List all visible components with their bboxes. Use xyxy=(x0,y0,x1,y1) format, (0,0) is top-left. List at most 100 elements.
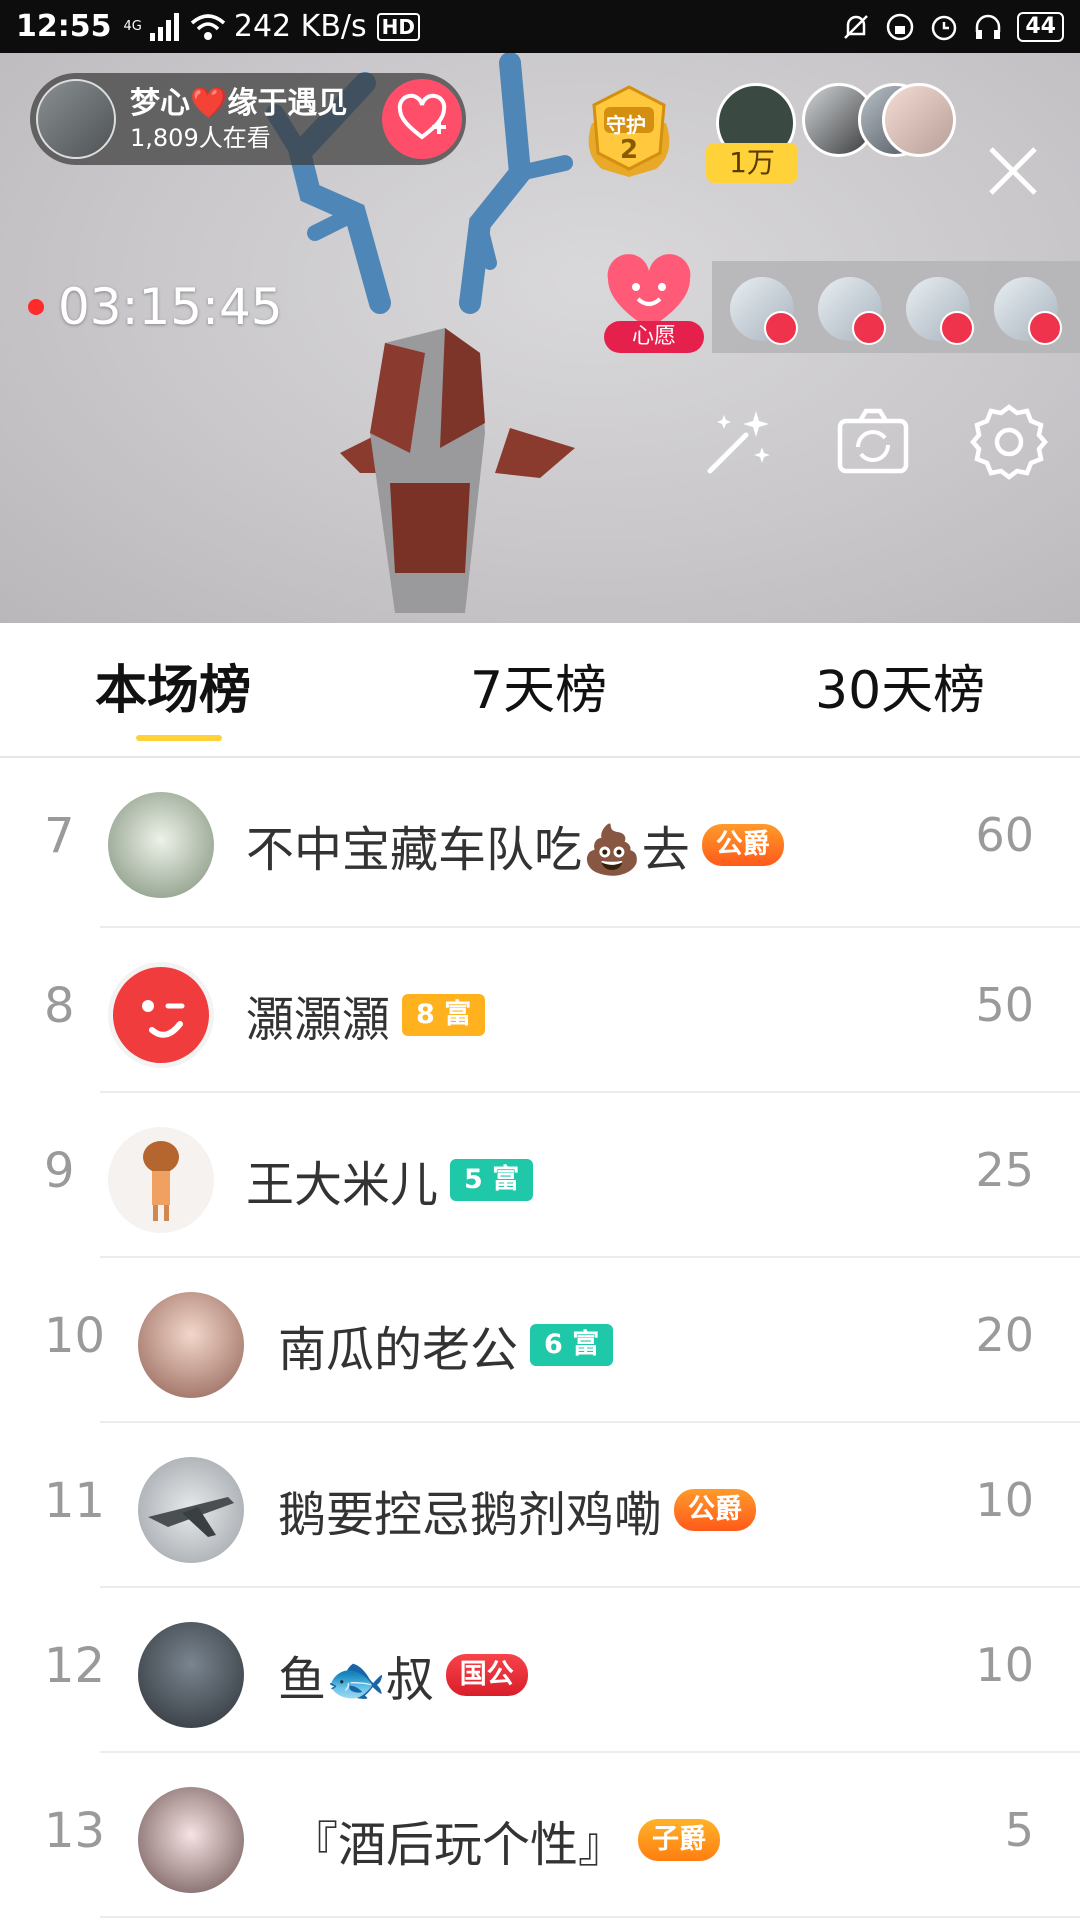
wifi-icon xyxy=(190,13,226,41)
score: 20 xyxy=(975,1308,1034,1362)
sofa-icon xyxy=(764,311,798,345)
status-time: 12:55 xyxy=(16,9,112,44)
user-name-row: 南瓜的老公 6 富 xyxy=(278,1310,614,1380)
user-name: 王大米儿 xyxy=(246,1157,439,1213)
duration-text: 03:15:45 xyxy=(58,278,283,336)
wink-face-icon xyxy=(113,967,209,1063)
live-duration: 03:15:45 xyxy=(28,278,283,336)
follow-button[interactable] xyxy=(382,79,462,159)
close-button[interactable] xyxy=(985,143,1041,199)
user-name-row: 鹅要控忌鹅剂鸡嘞 公爵 xyxy=(278,1475,757,1545)
guest-seat[interactable] xyxy=(994,277,1062,345)
guard-badge[interactable]: 守护 2 xyxy=(582,83,676,179)
score: 25 xyxy=(975,1143,1034,1197)
rank-badge: 子爵 xyxy=(638,1819,721,1861)
avatar[interactable] xyxy=(138,1457,244,1563)
avatar[interactable] xyxy=(108,1127,214,1233)
recording-dot-icon xyxy=(28,299,44,315)
rank-number: 12 xyxy=(44,1638,106,1694)
guard-count: 2 xyxy=(620,135,639,165)
user-name-row: 鱼🐟叔 国公 xyxy=(278,1640,528,1710)
rank-number: 8 xyxy=(44,978,75,1034)
active-tab-indicator xyxy=(136,735,222,741)
network-type: 4G xyxy=(123,19,142,34)
list-item[interactable]: 10 南瓜的老公 6 富 20 xyxy=(0,1258,1080,1423)
avatar[interactable] xyxy=(108,792,214,898)
close-icon xyxy=(989,147,1037,195)
rank-number: 13 xyxy=(44,1803,106,1859)
ranking-list: 7 不中宝藏车队吃💩去 公爵 60 8 灝灝灝 8 富 50 9 王大米儿 5 … xyxy=(0,758,1080,1918)
user-name-row: 『酒后玩个性』 子爵 xyxy=(290,1805,721,1875)
doll-avatar-icon xyxy=(143,1141,179,1221)
list-item[interactable]: 9 王大米儿 5 富 25 xyxy=(0,1093,1080,1258)
avatar[interactable] xyxy=(138,1787,244,1893)
heart-plus-icon xyxy=(397,93,447,140)
host-avatar[interactable] xyxy=(36,79,116,159)
sofa-icon xyxy=(1028,311,1062,345)
sofa-icon xyxy=(940,311,974,345)
user-name-row: 灝灝灝 8 富 xyxy=(246,980,486,1050)
guest-seat[interactable] xyxy=(906,277,974,345)
live-video[interactable]: 梦心❤️缘于遇见 1,809人在看 守护 2 1万 03:15:45 心愿 xyxy=(0,53,1080,623)
lock-rotation-icon xyxy=(885,12,915,42)
rank-badge: 8 富 xyxy=(402,994,486,1036)
tab-30-days[interactable]: 30天榜 xyxy=(815,659,985,723)
list-item[interactable]: 8 灝灝灝 8 富 50 xyxy=(0,928,1080,1093)
user-name-row: 王大米儿 5 富 xyxy=(246,1145,534,1215)
viewer-count: 1,809人在看 xyxy=(130,124,271,152)
settings-button[interactable] xyxy=(970,403,1048,481)
rank-badge: 5 富 xyxy=(450,1159,534,1201)
user-name: 不中宝藏车队吃💩去 xyxy=(246,822,690,878)
fans-count-badge: 1万 xyxy=(706,143,798,183)
divider xyxy=(100,1916,1080,1918)
network-speed: 242 KB/s xyxy=(233,9,367,44)
beauty-button[interactable] xyxy=(700,403,778,481)
score: 5 xyxy=(1004,1803,1034,1857)
host-info-pill[interactable]: 梦心❤️缘于遇见 1,809人在看 xyxy=(30,73,466,165)
user-name: 『酒后玩个性』 xyxy=(290,1817,627,1873)
guest-seat[interactable] xyxy=(730,277,798,345)
rank-badge: 国公 xyxy=(445,1654,528,1696)
tab-7-days[interactable]: 7天榜 xyxy=(470,659,607,723)
rank-number: 11 xyxy=(44,1473,106,1529)
avatar[interactable] xyxy=(138,1622,244,1728)
user-name: 鱼🐟叔 xyxy=(278,1652,434,1708)
top-viewer-avatar[interactable] xyxy=(882,83,956,157)
guest-seats xyxy=(712,261,1080,353)
rank-number: 9 xyxy=(44,1143,75,1199)
camera-flip-icon xyxy=(837,408,909,474)
user-name: 南瓜的老公 xyxy=(278,1322,519,1378)
list-item[interactable]: 12 鱼🐟叔 国公 10 xyxy=(0,1588,1080,1753)
host-name: 梦心❤️缘于遇见 xyxy=(130,86,348,121)
status-bar: 12:55 4G 242 KB/s HD 44 xyxy=(0,0,1080,53)
flip-camera-button[interactable] xyxy=(834,403,912,481)
battery-indicator: 44 xyxy=(1017,11,1064,42)
settings-icon xyxy=(970,404,1048,480)
rank-number: 10 xyxy=(44,1308,106,1364)
guest-seat[interactable] xyxy=(818,277,886,345)
airplane-avatar-icon xyxy=(148,1497,234,1537)
guard-label: 守护 xyxy=(606,113,646,137)
rank-badge: 6 富 xyxy=(530,1324,614,1366)
score: 10 xyxy=(975,1473,1034,1527)
score: 60 xyxy=(975,808,1034,862)
list-item[interactable]: 13 『酒后玩个性』 子爵 5 xyxy=(0,1753,1080,1918)
alarm-icon xyxy=(929,12,959,42)
score: 50 xyxy=(975,978,1034,1032)
score: 10 xyxy=(975,1638,1034,1692)
hd-indicator: HD xyxy=(376,12,420,41)
avatar[interactable] xyxy=(108,962,214,1068)
tab-this-session[interactable]: 本场榜 xyxy=(95,659,251,723)
wish-label: 心愿 xyxy=(604,321,704,353)
rank-number: 7 xyxy=(44,808,75,864)
user-name: 灝灝灝 xyxy=(246,992,391,1048)
user-name-row: 不中宝藏车队吃💩去 公爵 xyxy=(246,810,784,880)
avatar[interactable] xyxy=(138,1292,244,1398)
list-item[interactable]: 7 不中宝藏车队吃💩去 公爵 60 xyxy=(0,758,1080,928)
headphones-icon xyxy=(973,12,1003,42)
ranking-tabs: 本场榜 7天榜 30天榜 xyxy=(0,623,1080,758)
magic-wand-icon xyxy=(707,411,770,474)
rank-badge: 公爵 xyxy=(674,1489,757,1531)
sofa-icon xyxy=(852,311,886,345)
list-item[interactable]: 11 鹅要控忌鹅剂鸡嘞 公爵 10 xyxy=(0,1423,1080,1588)
